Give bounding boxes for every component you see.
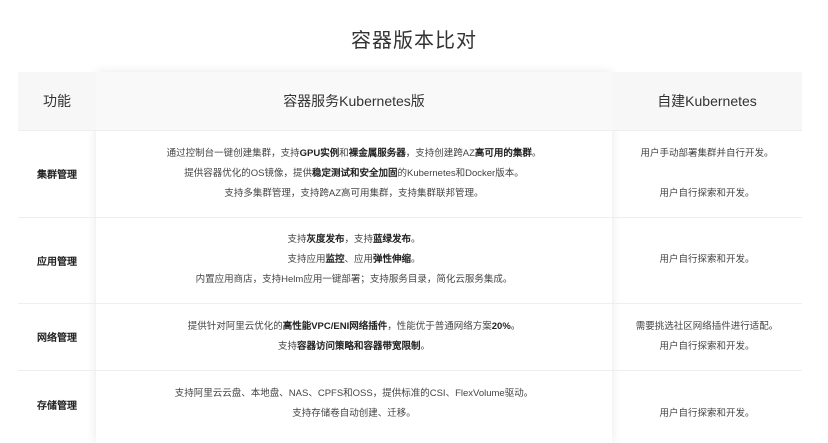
text-segment: 和 bbox=[339, 148, 349, 159]
text-segment: ，支持 bbox=[344, 234, 373, 245]
row-label-network: 网络管理 bbox=[37, 333, 77, 344]
managed-cell-cluster: 通过控制台一键创建集群，支持GPU实例和裸金属服务器，支持创建跨AZ高可用的集群… bbox=[96, 144, 612, 204]
text-segment: 。 bbox=[411, 254, 421, 265]
text-segment: 提供针对阿里云优化的 bbox=[187, 321, 283, 332]
highlight-text: 灰度发布 bbox=[306, 234, 345, 245]
row-divider bbox=[18, 303, 802, 304]
row-divider bbox=[18, 217, 802, 218]
managed-line: 内置应用商店，支持Helm应用一键部署；支持服务目录，简化云服务集成。 bbox=[96, 270, 612, 290]
text-segment: 。 bbox=[411, 234, 421, 245]
self-cell-app: 用户自行探索和开发。 bbox=[612, 250, 802, 270]
text-segment: 支持存储卷自动创建、迁移。 bbox=[292, 408, 416, 419]
self-cell-storage: 用户自行探索和开发。 bbox=[612, 384, 802, 424]
self-built-line bbox=[612, 164, 802, 184]
text-segment: 支持应用 bbox=[287, 254, 326, 265]
self-cell-network: 需要挑选社区网络插件进行适配。 用户自行探索和开发。 bbox=[612, 317, 802, 357]
self-built-line: 用户自行探索和开发。 bbox=[659, 188, 755, 199]
highlight-text: GPU实例 bbox=[299, 148, 340, 159]
text-segment: 支持多集群管理，支持跨AZ高可用集群，支持集群联邦管理。 bbox=[224, 188, 484, 199]
text-segment: 的Kubernetes和Docker版本。 bbox=[397, 168, 524, 179]
text-segment: 支持阿里云云盘、本地盘、NAS、CPFS和OSS，提供标准的CSI、FlexVo… bbox=[174, 388, 534, 399]
highlight-text: 蓝绿发布 bbox=[373, 234, 412, 245]
comparison-table: 功能 容器服务Kubernetes版 自建Kubernetes 集群管理 通过控… bbox=[18, 72, 802, 443]
header-self-built: 自建Kubernetes bbox=[612, 72, 802, 130]
self-built-line: 用户自行探索和开发。 bbox=[659, 408, 755, 419]
row-label-app: 应用管理 bbox=[37, 256, 77, 268]
highlight-text: 高可用的集群 bbox=[474, 148, 532, 159]
row-divider bbox=[18, 370, 802, 371]
text-segment: 。 bbox=[510, 321, 521, 332]
managed-line: 支持容器访问策略和容器带宽限制。 bbox=[96, 337, 612, 357]
highlight-text: 监控 bbox=[325, 254, 345, 265]
highlight-text: 容器访问策略和容器带宽限制 bbox=[296, 341, 421, 352]
row-divider bbox=[18, 130, 802, 131]
text-segment: 。 bbox=[531, 148, 542, 159]
managed-line: 提供针对阿里云优化的高性能VPC/ENI网络插件，性能优于普通网络方案20%。 bbox=[96, 317, 612, 337]
self-built-line: 用户手动部署集群并自行开发。 bbox=[640, 148, 774, 159]
header-managed: 容器服务Kubernetes版 bbox=[96, 72, 612, 130]
text-segment: 支持 bbox=[287, 234, 307, 245]
highlight-text: 稳定测试和安全加固 bbox=[312, 168, 398, 179]
highlight-text: 高性能VPC/ENI网络插件 bbox=[282, 321, 388, 332]
text-segment: 通过控制台一键创建集群，支持 bbox=[166, 148, 300, 159]
managed-line: 支持存储卷自动创建、迁移。 bbox=[96, 404, 612, 424]
managed-line: 支持阿里云云盘、本地盘、NAS、CPFS和OSS，提供标准的CSI、FlexVo… bbox=[96, 384, 612, 404]
self-cell-cluster: 用户手动部署集群并自行开发。 用户自行探索和开发。 bbox=[612, 144, 802, 204]
self-built-line bbox=[612, 384, 802, 404]
managed-cell-app: 支持灰度发布，支持蓝绿发布。 支持应用监控、应用弹性伸缩。 内置应用商店，支持Hel… bbox=[96, 230, 612, 290]
row-label-storage: 存储管理 bbox=[37, 400, 77, 412]
text-segment: 。 bbox=[420, 341, 431, 352]
page-title: 容器版本比对 bbox=[351, 30, 477, 52]
text-segment: 支持 bbox=[277, 341, 297, 352]
managed-line: 支持灰度发布，支持蓝绿发布。 bbox=[96, 230, 612, 250]
header-function: 功能 bbox=[18, 72, 96, 130]
text-segment: 、应用 bbox=[344, 254, 373, 265]
row-label-cluster: 集群管理 bbox=[37, 170, 77, 181]
managed-cell-storage: 支持阿里云云盘、本地盘、NAS、CPFS和OSS，提供标准的CSI、FlexVo… bbox=[96, 384, 612, 424]
text-segment: 内置应用商店，支持Helm应用一键部署；支持服务目录，简化云服务集成。 bbox=[195, 274, 513, 285]
highlight-text: 20% bbox=[491, 321, 511, 332]
text-segment: ，支持创建跨AZ bbox=[405, 148, 475, 159]
managed-line: 支持应用监控、应用弹性伸缩。 bbox=[96, 250, 612, 270]
self-built-line: 用户自行探索和开发。 bbox=[659, 341, 755, 352]
text-segment: ，性能优于普通网络方案 bbox=[387, 321, 492, 332]
managed-line: 支持多集群管理，支持跨AZ高可用集群，支持集群联邦管理。 bbox=[96, 184, 612, 204]
highlight-text: 裸金属服务器 bbox=[348, 148, 406, 159]
managed-cell-network: 提供针对阿里云优化的高性能VPC/ENI网络插件，性能优于普通网络方案20%。支… bbox=[96, 317, 612, 357]
self-built-line: 用户自行探索和开发。 bbox=[659, 254, 755, 265]
text-segment: 提供容器优化的OS镜像，提供 bbox=[184, 168, 313, 179]
managed-line: 提供容器优化的OS镜像，提供稳定测试和安全加固的Kubernetes和Docke… bbox=[96, 164, 612, 184]
managed-line: 通过控制台一键创建集群，支持GPU实例和裸金属服务器，支持创建跨AZ高可用的集群… bbox=[96, 144, 612, 164]
highlight-text: 弹性伸缩 bbox=[373, 254, 412, 265]
self-built-line: 需要挑选社区网络插件进行适配。 bbox=[635, 321, 779, 332]
